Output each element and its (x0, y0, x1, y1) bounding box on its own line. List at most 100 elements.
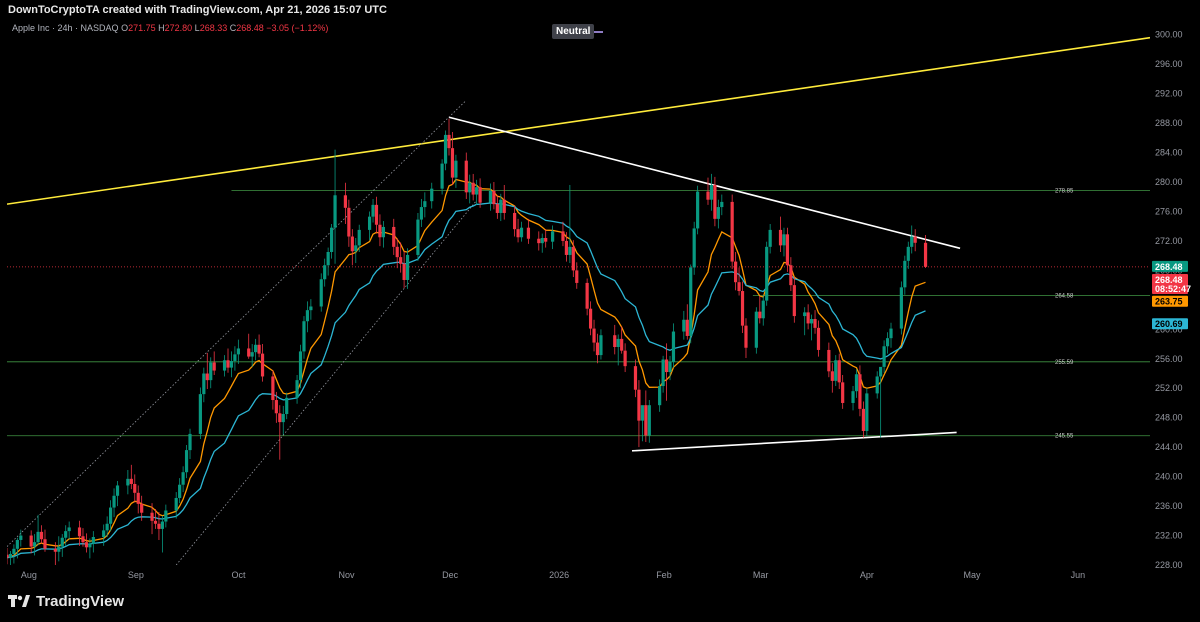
candle[interactable] (841, 374, 845, 409)
candle[interactable] (758, 296, 762, 324)
candle[interactable] (323, 258, 327, 287)
candle[interactable] (464, 152, 468, 199)
candle[interactable] (475, 179, 479, 205)
candle[interactable] (29, 530, 33, 554)
trend-line[interactable] (448, 116, 961, 250)
candle[interactable] (488, 183, 493, 211)
candle[interactable] (222, 355, 227, 377)
candle[interactable] (367, 211, 372, 241)
candle[interactable] (716, 199, 720, 229)
candle[interactable] (495, 195, 499, 219)
candle[interactable] (329, 224, 334, 259)
candle[interactable] (889, 322, 893, 348)
tradingview-logo[interactable]: TradingView (8, 593, 124, 610)
candle[interactable] (84, 533, 89, 553)
candle[interactable] (333, 149, 337, 264)
candle[interactable] (740, 281, 745, 334)
candle[interactable] (613, 324, 617, 355)
candle[interactable] (67, 521, 71, 540)
candle[interactable] (588, 301, 593, 336)
candle[interactable] (423, 192, 427, 218)
trend-line[interactable] (7, 36, 1150, 205)
candle[interactable] (713, 176, 717, 227)
candle[interactable] (381, 221, 385, 248)
candle[interactable] (806, 304, 810, 330)
candle[interactable] (754, 307, 758, 354)
candle[interactable] (851, 386, 855, 411)
candle[interactable] (157, 511, 161, 540)
candle[interactable] (285, 392, 289, 420)
candle[interactable] (295, 374, 299, 404)
candle[interactable] (184, 444, 189, 479)
candle[interactable] (478, 178, 482, 208)
candle[interactable] (39, 525, 44, 544)
candle[interactable] (19, 529, 23, 547)
candle[interactable] (910, 225, 914, 254)
candle[interactable] (827, 342, 831, 378)
candle[interactable] (254, 338, 258, 361)
candle[interactable] (689, 264, 693, 344)
candle[interactable] (402, 251, 406, 289)
candle[interactable] (709, 173, 714, 211)
candle[interactable] (730, 194, 734, 269)
price-chart[interactable]: 278.85 264.58 255.59 245.55 300.00 296.00 292.… (0, 0, 1200, 590)
candle[interactable] (633, 359, 638, 398)
candle[interactable] (447, 118, 451, 156)
candle[interactable] (692, 221, 696, 275)
candle[interactable] (561, 221, 565, 247)
candle[interactable] (302, 316, 306, 359)
candle[interactable] (343, 182, 348, 225)
candle[interactable] (813, 310, 817, 334)
candle[interactable] (129, 464, 133, 490)
candle[interactable] (544, 229, 548, 248)
candle[interactable] (229, 351, 234, 378)
candle[interactable] (778, 216, 783, 252)
candle[interactable] (789, 257, 793, 292)
candle[interactable] (882, 340, 886, 373)
candle[interactable] (513, 205, 517, 237)
candle[interactable] (834, 355, 838, 387)
candle[interactable] (205, 352, 209, 389)
candle[interactable] (637, 380, 641, 448)
candle[interactable] (803, 307, 807, 336)
candle[interactable] (236, 339, 240, 364)
candle[interactable] (133, 474, 137, 503)
candle[interactable] (696, 185, 700, 235)
candle[interactable] (160, 515, 164, 553)
candle[interactable] (879, 366, 883, 438)
candle[interactable] (395, 238, 399, 269)
candle[interactable] (350, 229, 354, 266)
candle[interactable] (816, 320, 821, 357)
candle[interactable] (371, 198, 375, 223)
candle[interactable] (765, 241, 769, 306)
candle[interactable] (57, 536, 61, 562)
candle[interactable] (671, 323, 676, 368)
candle[interactable] (309, 299, 313, 320)
candle[interactable] (854, 369, 859, 398)
candle[interactable] (761, 294, 765, 326)
candle[interactable] (792, 277, 796, 323)
candle[interactable] (405, 248, 410, 289)
candle[interactable] (281, 405, 285, 435)
trend-line[interactable] (175, 200, 477, 565)
candle[interactable] (616, 334, 620, 366)
candle[interactable] (885, 332, 890, 354)
candle[interactable] (392, 218, 396, 255)
candle[interactable] (257, 334, 261, 358)
candle[interactable] (126, 469, 130, 495)
candle[interactable] (568, 184, 572, 264)
candle[interactable] (60, 534, 64, 557)
candle[interactable] (305, 301, 310, 333)
candle[interactable] (164, 504, 168, 528)
candle[interactable] (875, 371, 879, 399)
candle[interactable] (188, 428, 192, 459)
candle[interactable] (181, 466, 185, 493)
candle[interactable] (913, 229, 917, 252)
candle[interactable] (250, 344, 254, 367)
candle[interactable] (492, 182, 496, 210)
candle[interactable] (326, 247, 330, 276)
candle[interactable] (454, 154, 458, 188)
candle[interactable] (8, 551, 13, 566)
candle[interactable] (298, 344, 303, 389)
candle[interactable] (43, 529, 47, 552)
